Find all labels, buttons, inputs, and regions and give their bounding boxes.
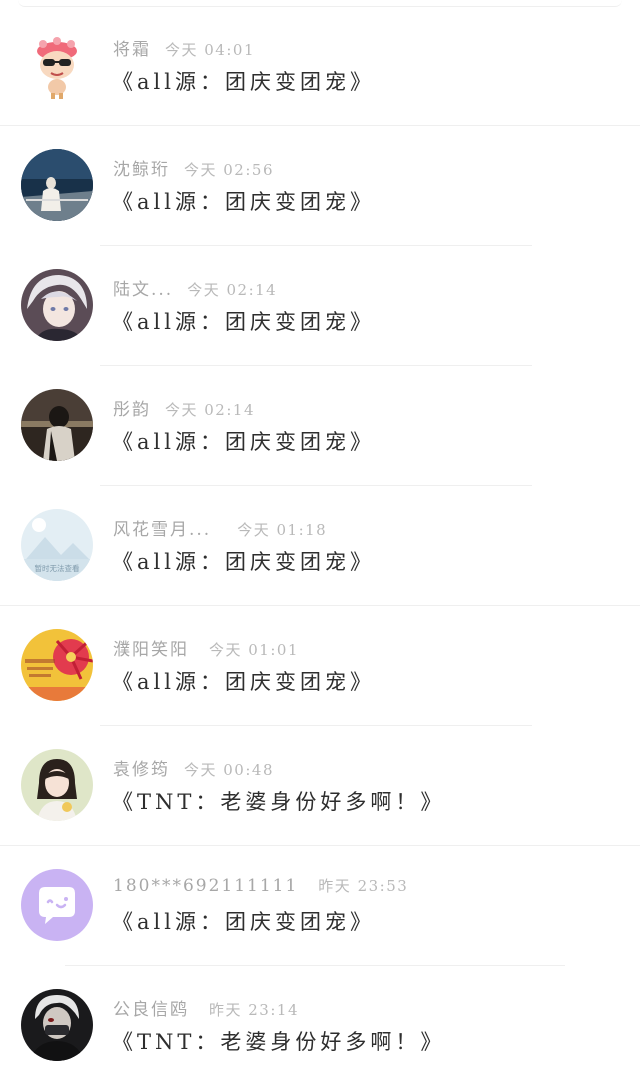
avatar[interactable] — [21, 29, 93, 101]
user-name: 180***692111111 — [113, 876, 299, 896]
avatar-caption: 暂时无法查看 — [35, 563, 80, 573]
message-text: 《TNT：老婆身份好多啊！》 — [112, 1030, 446, 1054]
timestamp: 今天 02:14 — [165, 401, 255, 419]
chat-bubble-avatar — [21, 869, 93, 941]
timestamp: 昨天 23:53 — [318, 877, 409, 895]
item-meta: 沈鲸珩 今天 02:56 — [113, 155, 274, 180]
item-meta: 风花雪月... 今天 01:18 — [113, 515, 328, 540]
user-name: 公良信鸥 — [113, 1000, 189, 1020]
list-item[interactable]: 暂时无法查看 风花雪月... 今天 01:18 《all源：团庆变团宠》 — [0, 486, 640, 606]
message-list-page: 将霜 今天 04:01 《all源：团庆变团宠》 沈鲸珩 今天 02:56 《a… — [0, 0, 640, 1084]
avatar[interactable] — [21, 149, 93, 221]
message-text: 《TNT：老婆身份好多啊！》 — [112, 790, 446, 814]
list-item[interactable]: 公良信鸥 昨天 23:14 《TNT：老婆身份好多啊！》 — [0, 966, 640, 1084]
list-item[interactable]: 陆文... 今天 02:14 《all源：团庆变团宠》 — [0, 246, 640, 366]
user-name: 沈鲸珩 — [113, 160, 170, 180]
message-text: 《all源：团庆变团宠》 — [112, 910, 375, 934]
message-text: 《all源：团庆变团宠》 — [112, 310, 375, 334]
avatar[interactable] — [21, 389, 93, 461]
dark-character-avatar — [21, 989, 93, 1061]
list-item[interactable]: 将霜 今天 04:01 《all源：团庆变团宠》 — [0, 6, 640, 126]
item-meta: 180***692111111 昨天 23:53 — [113, 875, 408, 899]
sea-photo-avatar — [21, 149, 93, 221]
timestamp: 昨天 23:14 — [209, 1001, 299, 1019]
avatar[interactable] — [21, 749, 93, 821]
placeholder-image-avatar: 暂时无法查看 — [21, 509, 93, 581]
timestamp: 今天 00:48 — [184, 761, 274, 779]
message-text: 《all源：团庆变团宠》 — [112, 550, 375, 574]
user-name: 风花雪月... — [113, 520, 212, 540]
avatar[interactable] — [21, 989, 93, 1061]
item-meta: 陆文... 今天 02:14 — [113, 275, 278, 300]
message-text: 《all源：团庆变团宠》 — [112, 70, 375, 94]
avatar[interactable] — [21, 869, 93, 941]
avatar[interactable] — [21, 629, 93, 701]
timestamp: 今天 01:18 — [237, 521, 328, 539]
timestamp: 今天 01:01 — [209, 641, 299, 659]
girl-photo-avatar — [21, 749, 93, 821]
list-item[interactable]: 彤韵 今天 02:14 《all源：团庆变团宠》 — [0, 366, 640, 486]
item-meta: 袁修筠 今天 00:48 — [113, 755, 274, 780]
timestamp: 今天 02:14 — [187, 281, 278, 299]
user-name: 彤韵 — [113, 400, 151, 420]
user-name: 濮阳笑阳 — [113, 640, 189, 660]
list-item[interactable]: 180***692111111 昨天 23:53 《all源：团庆变团宠》 — [0, 846, 640, 966]
list-item[interactable]: 濮阳笑阳 今天 01:01 《all源：团庆变团宠》 — [0, 606, 640, 726]
item-meta: 公良信鸥 昨天 23:14 — [113, 995, 299, 1020]
list-item[interactable]: 沈鲸珩 今天 02:56 《all源：团庆变团宠》 — [0, 126, 640, 246]
message-text: 《all源：团庆变团宠》 — [112, 190, 375, 214]
message-text: 《all源：团庆变团宠》 — [112, 430, 375, 454]
dark-photo-avatar — [21, 389, 93, 461]
message-list: 将霜 今天 04:01 《all源：团庆变团宠》 沈鲸珩 今天 02:56 《a… — [0, 6, 640, 1084]
avatar[interactable] — [21, 269, 93, 341]
item-meta: 将霜 今天 04:01 — [113, 35, 255, 60]
anime-avatar — [21, 269, 93, 341]
user-name: 袁修筠 — [113, 760, 170, 780]
message-text: 《all源：团庆变团宠》 — [112, 670, 375, 694]
item-meta: 彤韵 今天 02:14 — [113, 395, 255, 420]
red-flower-avatar — [21, 629, 93, 701]
list-item[interactable]: 袁修筠 今天 00:48 《TNT：老婆身份好多啊！》 — [0, 726, 640, 846]
timestamp: 今天 02:56 — [184, 161, 274, 179]
item-meta: 濮阳笑阳 今天 01:01 — [113, 635, 299, 660]
user-name: 陆文... — [113, 280, 174, 300]
timestamp: 今天 04:01 — [165, 41, 255, 59]
avatar[interactable]: 暂时无法查看 — [21, 509, 93, 581]
cartoon-sunglasses-icon — [21, 29, 93, 101]
user-name: 将霜 — [113, 40, 151, 60]
